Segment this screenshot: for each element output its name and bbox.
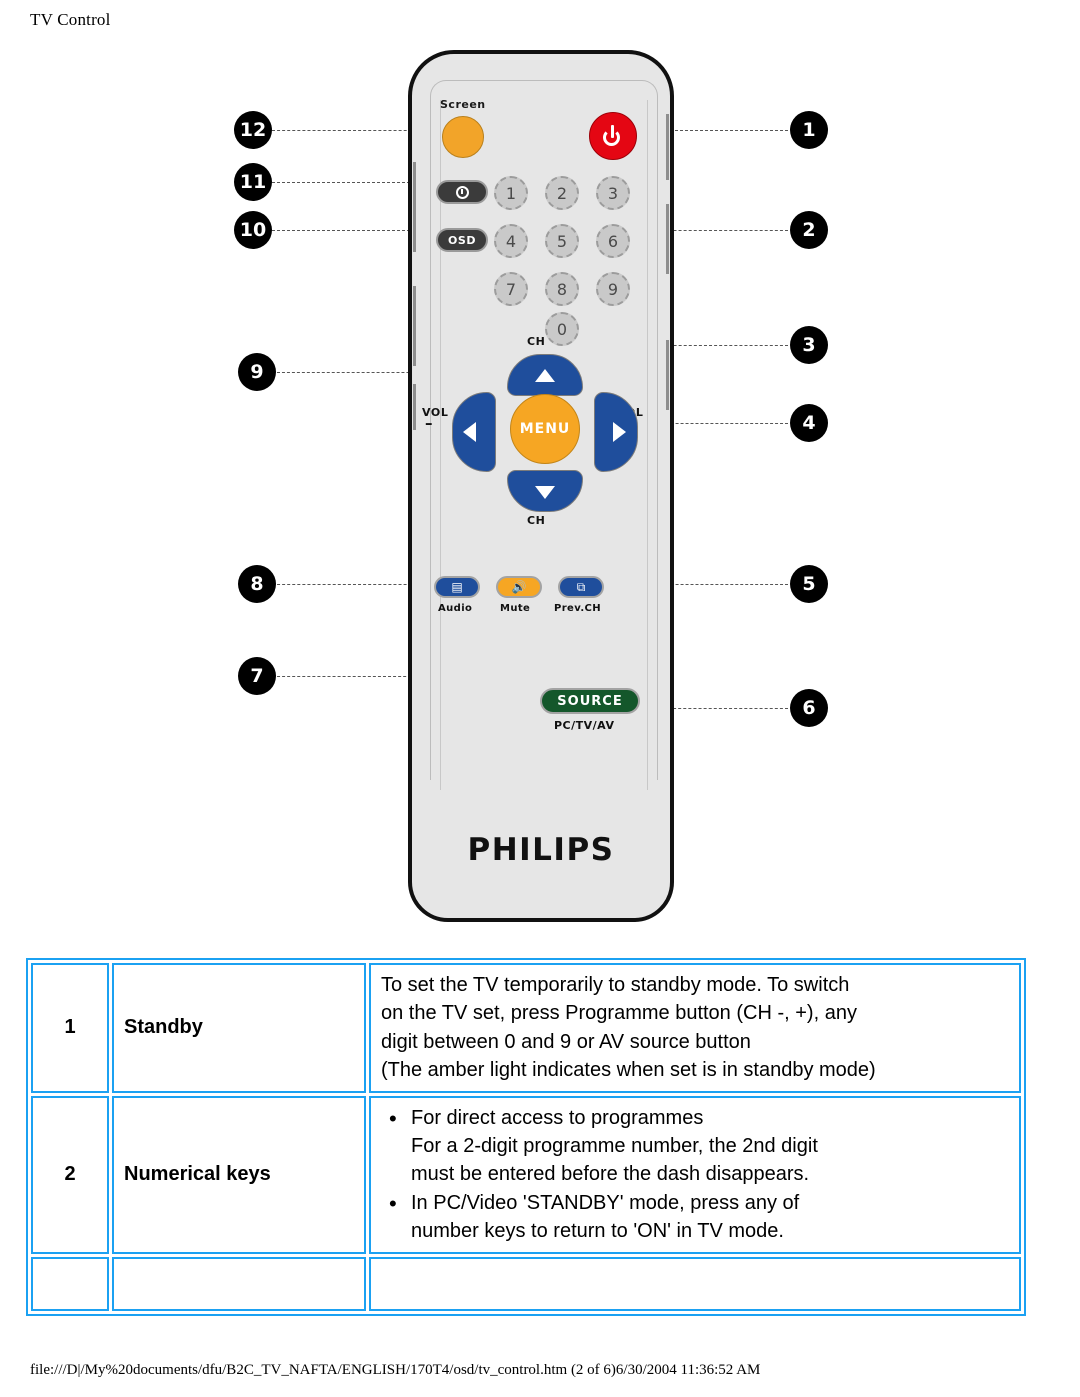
side-ridge-right-2 [666,204,669,274]
description-line: To set the TV temporarily to standby mod… [381,974,850,996]
tv-control-table: 1 Standby To set the TV temporarily to s… [26,958,1026,1316]
description-line: (The amber light indicates when set is i… [381,1059,876,1082]
row-name: Standby [112,963,366,1093]
mute-button[interactable]: 🔊 [496,576,542,598]
numeric-key-2[interactable]: 2 [545,176,579,210]
table-row-empty [31,1256,1021,1311]
remote-control-figure: Screen OSD 1 2 3 4 5 6 7 8 9 0 CH CH VOL… [0,36,1080,946]
volume-minus-sign: – [425,414,433,432]
table-row: 2 Numerical keys For direct access to pr… [31,1095,1021,1254]
row-number-empty [31,1256,109,1311]
power-icon [602,125,624,147]
audio-label: Audio [438,603,473,614]
row-number: 1 [31,963,109,1093]
arrow-left-icon [463,422,476,442]
prev-channel-label: Prev.CH [554,603,602,614]
callout-10: 10 [234,211,272,249]
callout-1: 1 [790,111,828,149]
numeric-key-3[interactable]: 3 [596,176,630,210]
remote-control-body: Screen OSD 1 2 3 4 5 6 7 8 9 0 CH CH VOL… [408,50,674,922]
callout-2: 2 [790,211,828,249]
numeric-key-0[interactable]: 0 [545,312,579,346]
clock-icon [455,185,469,199]
mute-label: Mute [500,603,531,614]
callout-9: 9 [238,353,276,391]
numeric-key-8[interactable]: 8 [545,272,579,306]
numeric-key-1[interactable]: 1 [494,176,528,210]
table-row: 1 Standby To set the TV temporarily to s… [31,963,1021,1093]
callout-6: 6 [790,689,828,727]
menu-button[interactable]: MENU [510,394,580,464]
screen-label: Screen [440,98,486,111]
description-line: on the TV set, press Programme button (C… [381,1002,857,1025]
side-ridge-left-2 [413,286,416,366]
callout-8: 8 [238,565,276,603]
bullet-sub: number keys to return to 'ON' in TV mode… [411,1220,784,1243]
callout-5: 5 [790,565,828,603]
channel-up-label: CH [527,335,546,348]
callout-7: 7 [238,657,276,695]
mute-icon: 🔊 [511,580,527,594]
bullet-sub: For a 2-digit programme number, the 2nd … [411,1134,818,1157]
description-line: digit between 0 and 9 or AV source butto… [381,1030,751,1053]
page-title: TV Control [30,10,111,29]
audio-button[interactable]: ▤ [434,576,480,598]
row-number: 2 [31,1095,109,1254]
channel-down-label: CH [527,514,546,527]
bullet-main: In PC/Video 'STANDBY' mode, press any of [381,1188,1009,1220]
side-ridge-right-1 [666,114,669,180]
leader-line-6 [668,708,788,709]
arrow-right-icon [613,422,626,442]
row-description: To set the TV temporarily to standby mod… [369,963,1021,1093]
side-ridge-right-3 [666,340,669,410]
callout-12: 12 [234,111,272,149]
audio-icon: ▤ [451,580,463,594]
callout-3: 3 [790,326,828,364]
page-footer-path: file:///D|/My%20documents/dfu/B2C_TV_NAF… [30,1362,761,1378]
arrow-down-icon [535,486,555,499]
numeric-key-7[interactable]: 7 [494,272,528,306]
philips-logo: PHILIPS [467,832,615,868]
row-description: For direct access to programmes For a 2-… [369,1095,1021,1254]
source-sublabel: PC/TV/AV [554,719,615,732]
bullet-sub: must be entered before the dash disappea… [411,1163,810,1186]
prev-channel-button[interactable]: ⧉ [558,576,604,598]
numeric-key-4[interactable]: 4 [494,224,528,258]
callout-4: 4 [790,404,828,442]
row-name-empty [112,1256,366,1311]
arrow-up-icon [535,369,555,382]
side-ridge-left-1 [413,162,416,252]
prev-channel-icon: ⧉ [576,580,586,594]
sleep-timer-button[interactable] [436,180,488,204]
side-ridge-left-3 [413,384,416,430]
source-button[interactable]: SOURCE [540,688,640,714]
row-name: Numerical keys [112,1095,366,1254]
numeric-key-6[interactable]: 6 [596,224,630,258]
numeric-key-9[interactable]: 9 [596,272,630,306]
osd-button[interactable]: OSD [436,228,488,252]
screen-button[interactable] [442,116,484,158]
leader-line-11 [272,182,430,183]
leader-line-10 [272,230,430,231]
numeric-key-5[interactable]: 5 [545,224,579,258]
bullet-main: For direct access to programmes [381,1103,1009,1135]
row-description-empty [369,1256,1021,1311]
power-button[interactable] [589,112,637,160]
callout-11: 11 [234,163,272,201]
